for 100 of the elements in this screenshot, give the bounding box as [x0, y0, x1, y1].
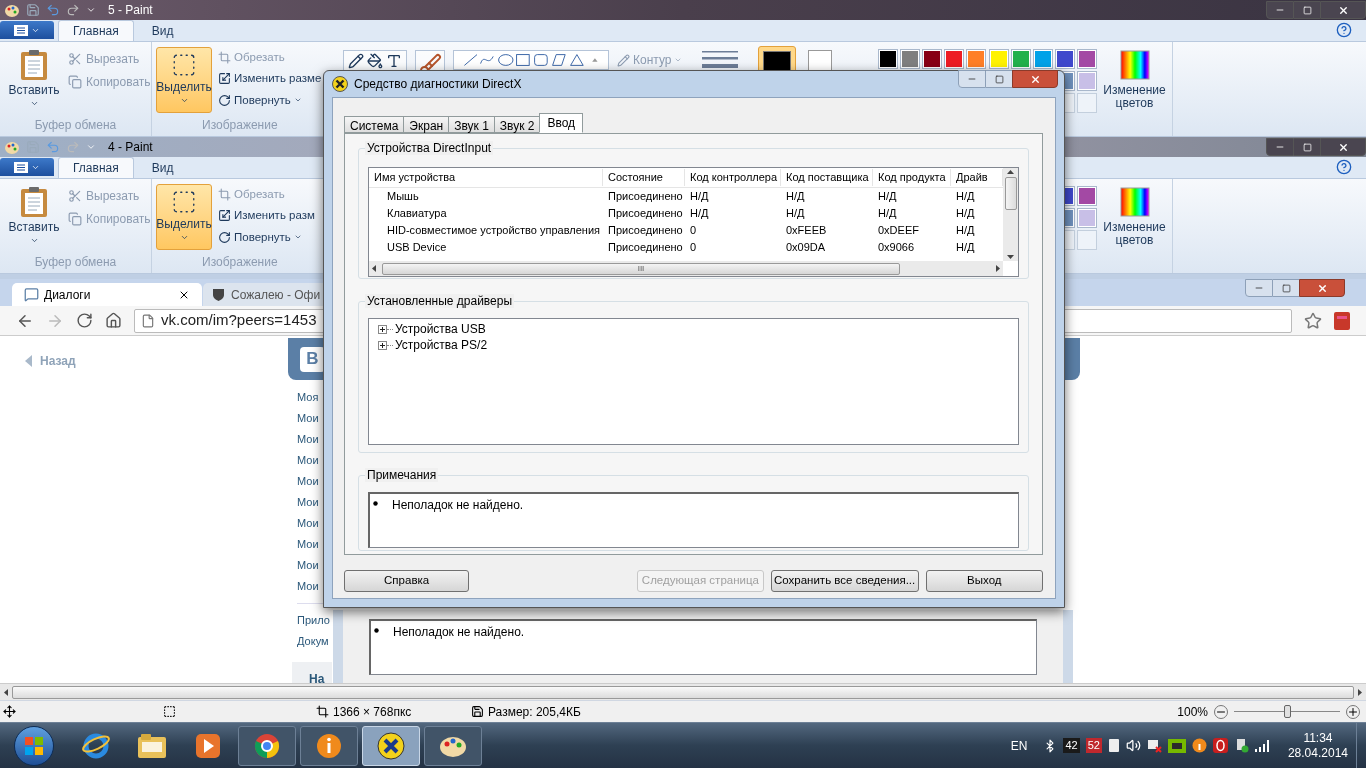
- pencil-icon: [617, 53, 630, 67]
- scroll-right-icon[interactable]: [1358, 688, 1362, 696]
- shield-badge-icon: [1334, 311, 1350, 330]
- slider-thumb[interactable]: [1284, 705, 1291, 718]
- dialog-button[interactable]: Сохранить все сведения...: [770, 570, 919, 592]
- chat-icon: [24, 287, 39, 302]
- text-tool-icon: [386, 53, 402, 69]
- edit-colors-label[interactable]: Изменение цветов: [1097, 84, 1172, 110]
- scroll-up-icon[interactable]: [1007, 170, 1014, 174]
- menu-link[interactable]: Мои: [297, 576, 319, 597]
- menu-link[interactable]: Мои: [297, 429, 319, 450]
- section-header: На: [292, 662, 332, 683]
- rotate-button[interactable]: Повернуть: [218, 228, 315, 246]
- taskbar-button[interactable]: [424, 725, 482, 766]
- ribbon-tab[interactable]: Вид: [137, 20, 188, 41]
- menu-link[interactable]: Прило: [297, 610, 330, 631]
- menu-link[interactable]: Мои: [297, 471, 319, 492]
- menu-link[interactable]: Мои: [297, 534, 319, 555]
- table-cell-text: Н/Д: [689, 189, 710, 205]
- tab-title: Диалоги: [44, 286, 92, 304]
- menu-link[interactable]: Моя: [297, 387, 319, 408]
- scroll-left-icon[interactable]: [372, 265, 376, 272]
- minimize-button[interactable]: [1266, 138, 1294, 156]
- copy-icon: [68, 75, 82, 89]
- close-button[interactable]: [1012, 70, 1058, 88]
- column-header[interactable]: Код продукта: [873, 169, 951, 186]
- scroll-down-icon[interactable]: [1007, 255, 1014, 259]
- color-two-button[interactable]: [808, 50, 833, 72]
- column-header[interactable]: Состояние: [603, 169, 685, 186]
- table-cell-text: Н/Д: [955, 240, 976, 256]
- menu-link[interactable]: Мои: [297, 513, 319, 534]
- close-button[interactable]: [1320, 138, 1366, 156]
- close-icon: [1337, 4, 1349, 16]
- close-button[interactable]: [1299, 279, 1345, 297]
- clock-time[interactable]: 11:34: [1303, 730, 1333, 746]
- restore-button[interactable]: [1294, 1, 1320, 19]
- expander-icon[interactable]: [378, 324, 387, 334]
- move-icon: [3, 705, 16, 718]
- tray-badge[interactable]: 52: [1085, 738, 1102, 753]
- scroll-right-icon[interactable]: [996, 265, 1000, 272]
- clipboard-icon: [20, 186, 48, 218]
- file-menu-button[interactable]: [0, 21, 54, 39]
- tab[interactable]: Ввод: [539, 113, 584, 133]
- close-button[interactable]: [1320, 1, 1366, 19]
- menu-link[interactable]: Докум: [297, 631, 329, 652]
- paste-button[interactable]: Вставить: [4, 184, 64, 250]
- menu-link[interactable]: Мои: [297, 450, 319, 471]
- cross-logo-icon: [377, 731, 405, 760]
- save-icon: [26, 3, 40, 17]
- column-header[interactable]: Имя устройства: [369, 169, 603, 186]
- menu-link[interactable]: Мои: [297, 555, 319, 576]
- resize-button[interactable]: Изменить разм: [218, 207, 315, 225]
- vertical-scrollbar[interactable]: [1003, 168, 1018, 261]
- tab[interactable]: Звук 2: [493, 116, 541, 133]
- table-cell-text: Н/Д: [955, 223, 976, 239]
- scissors-icon: [68, 189, 82, 203]
- tray-badge[interactable]: 42: [1063, 738, 1080, 753]
- ribbon-tab[interactable]: Главная: [58, 157, 134, 178]
- tab[interactable]: Система: [344, 116, 405, 133]
- browser-tab[interactable]: Диалоги: [12, 283, 202, 306]
- caret-icon: [86, 5, 96, 15]
- minimize-button[interactable]: [1266, 1, 1294, 19]
- start-button[interactable]: [14, 725, 54, 766]
- taskbar-button[interactable]: [238, 725, 296, 766]
- edit-colors-label[interactable]: Изменение цветов: [1097, 221, 1172, 247]
- expander-icon[interactable]: [378, 340, 387, 350]
- ribbon-tab[interactable]: Главная: [58, 20, 134, 41]
- site-logo[interactable]: В: [300, 346, 325, 372]
- table-cell-text: USB Device: [386, 240, 448, 256]
- tab[interactable]: Экран: [403, 116, 450, 133]
- rotate-button[interactable]: Повернуть: [218, 91, 322, 109]
- select-button[interactable]: Выделить: [156, 184, 212, 250]
- caret-icon: [179, 96, 189, 105]
- table-cell-text: Мышь: [386, 189, 420, 205]
- column-header[interactable]: Код контроллера: [685, 169, 781, 186]
- select-button[interactable]: Выделить: [156, 47, 212, 113]
- caret-icon: [29, 236, 39, 245]
- dialog-button[interactable]: Справка: [344, 570, 470, 592]
- tree-item[interactable]: Устройства PS/2: [395, 336, 488, 354]
- dialog-button[interactable]: Выход: [925, 570, 1043, 592]
- horizontal-scrollbar[interactable]: III: [369, 261, 1003, 276]
- tree-item[interactable]: Устройства USB: [395, 320, 486, 338]
- scroll-left-icon[interactable]: [4, 688, 8, 696]
- column-header[interactable]: Код поставщика: [781, 169, 873, 186]
- horizontal-scrollbar[interactable]: [0, 683, 1366, 700]
- ribbon-tab[interactable]: Вид: [137, 157, 188, 178]
- undo-icon: [46, 3, 60, 17]
- file-menu-button[interactable]: [0, 158, 54, 176]
- resize-button[interactable]: Изменить разме: [218, 70, 322, 88]
- crop-icon: [218, 51, 231, 65]
- paste-button[interactable]: Вставить: [4, 47, 64, 113]
- table-cell-text: 0xDEEF: [877, 223, 920, 239]
- restore-button[interactable]: [1294, 138, 1320, 156]
- language-indicator[interactable]: EN: [1010, 736, 1028, 755]
- menu-link[interactable]: Мои: [297, 492, 319, 513]
- canvas-size-icon: [316, 705, 329, 718]
- zoom-slider[interactable]: [1234, 704, 1340, 719]
- clock-date[interactable]: 28.04.2014: [1287, 745, 1348, 761]
- menu-link[interactable]: Мои: [297, 408, 319, 429]
- tab[interactable]: Звук 1: [448, 116, 495, 133]
